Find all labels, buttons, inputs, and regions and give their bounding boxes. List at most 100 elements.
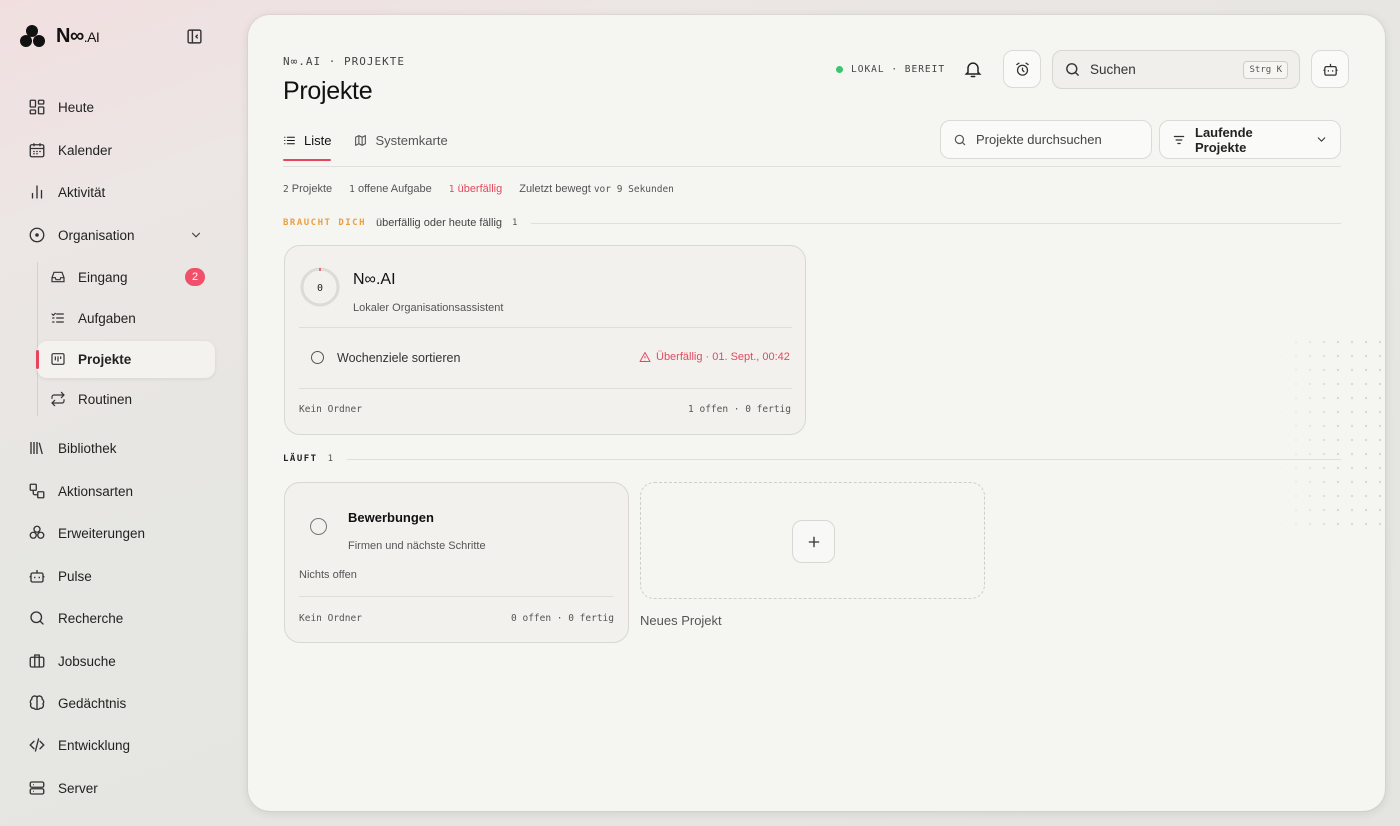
brand-name: N∞.AI [56, 24, 100, 47]
section-divider [347, 458, 1341, 460]
code-icon [29, 738, 45, 752]
sidebar-item-label: Aufgaben [78, 310, 136, 326]
new-project-label: Neues Projekt [640, 613, 722, 628]
progress-ring: 0 [300, 267, 340, 307]
brain-icon [29, 695, 45, 710]
sidebar-item-pulse[interactable]: Pulse [28, 562, 92, 590]
filter-icon [1173, 135, 1185, 144]
card-divider [299, 388, 792, 389]
checklist-icon [51, 312, 64, 323]
new-project-card[interactable] [640, 482, 985, 599]
sidebar-item-recherche[interactable]: Recherche [28, 604, 123, 632]
sidebar-item-heute[interactable]: Heute [28, 93, 94, 121]
bell-icon[interactable] [963, 59, 983, 79]
repeat-icon [51, 391, 65, 407]
add-project-button[interactable] [792, 520, 835, 563]
project-task-counts: 0 offen · 0 fertig [511, 613, 614, 624]
project-empty-state: Nichts offen [299, 569, 357, 581]
sidebar-item-aktionsarten[interactable]: Aktionsarten [28, 477, 133, 505]
search-icon [30, 611, 44, 625]
sidebar-item-eingang[interactable]: Eingang [50, 263, 128, 291]
tab-liste[interactable]: Liste [283, 133, 332, 161]
project-filter-select[interactable]: Laufende Projekte [1159, 120, 1341, 159]
map-icon [355, 135, 367, 146]
sidebar-collapse-icon[interactable] [186, 28, 206, 48]
assistant-button[interactable] [1311, 50, 1349, 88]
compass-icon [29, 227, 45, 243]
stat-overdue: 1 überfällig [448, 183, 503, 195]
sidebar-item-routinen[interactable]: Routinen [50, 385, 132, 413]
sidebar-item-label: Entwicklung [58, 737, 131, 753]
sidebar-item-label: Eingang [78, 269, 128, 285]
sidebar-item-aktivitaet[interactable]: Aktivität [28, 178, 105, 206]
sidebar-item-projekte[interactable]: Projekte [50, 345, 131, 373]
breadcrumb: N∞.AI · PROJEKTE [283, 55, 405, 68]
project-card[interactable]: 0 N∞.AI Lokaler Organisationsassistent W… [284, 245, 806, 435]
logo-icon [20, 25, 45, 47]
status-indicator: LOKAL · BEREIT [836, 64, 945, 75]
sidebar-item-label: Kalender [58, 142, 113, 158]
search-icon [1066, 63, 1079, 76]
section-label: BRAUCHT DICH [283, 218, 367, 228]
sidebar-item-label: Aktivität [58, 184, 106, 200]
section-divider [531, 222, 1341, 224]
sidebar-item-erweiterungen[interactable]: Erweiterungen [28, 519, 145, 547]
sidebar: N∞.AI Heute Kalender Aktivität Organisat… [0, 0, 240, 826]
search-shortcut: Strg K [1243, 60, 1288, 79]
sidebar-item-label: Pulse [58, 568, 92, 584]
shapes-icon [29, 483, 45, 499]
project-task-counts: 1 offen · 0 fertig [688, 404, 791, 415]
section-label: LÄUFT [283, 454, 318, 464]
brand[interactable]: N∞.AI [20, 24, 100, 48]
global-search-placeholder: Suchen [1090, 62, 1136, 77]
inbox-icon [51, 271, 65, 283]
tab-systemkarte[interactable]: Systemkarte [354, 133, 448, 160]
kanban-icon [51, 353, 65, 365]
sidebar-item-bibliothek[interactable]: Bibliothek [28, 434, 117, 462]
sidebar-item-label: Server [58, 780, 98, 796]
stat-last-moved: Zuletzt bewegt vor 9 Sekunden [519, 183, 674, 195]
project-search-input[interactable] [976, 132, 1136, 147]
sidebar-item-organisation[interactable]: Organisation [28, 221, 135, 249]
sidebar-item-aufgaben[interactable]: Aufgaben [50, 304, 136, 332]
server-icon [29, 781, 45, 795]
chevron-down-icon [1317, 137, 1326, 142]
calendar-icon [29, 143, 45, 158]
inbox-count-badge: 2 [185, 268, 205, 286]
project-subtitle: Firmen und nächste Schritte [348, 540, 486, 552]
sidebar-item-server[interactable]: Server [28, 774, 98, 802]
task-due-text: Überfällig · 01. Sept., 00:42 [656, 351, 790, 363]
tab-label: Liste [304, 133, 332, 148]
sidebar-item-gedaechtnis[interactable]: Gedächtnis [28, 689, 126, 717]
sidebar-item-label: Routinen [78, 391, 133, 407]
dashboard-grid-icon [29, 99, 45, 115]
card-divider [299, 327, 792, 328]
sidebar-item-jobsuche[interactable]: Jobsuche [28, 647, 116, 675]
chevron-down-icon[interactable] [189, 228, 203, 242]
section-description: überfällig oder heute fällig [376, 217, 503, 229]
robot-icon [1322, 63, 1338, 76]
alarm-clock-icon [1015, 61, 1029, 76]
section-count: 1 [327, 454, 334, 464]
global-search[interactable]: Suchen Strg K [1052, 50, 1300, 89]
project-search[interactable] [940, 120, 1152, 159]
project-stats: 2 Projekte 1 offene Aufgabe 1 überfällig… [283, 183, 674, 195]
puzzle-cubes-icon [29, 525, 45, 539]
status-dot-icon [836, 66, 843, 73]
project-folder: Kein Ordner [299, 613, 362, 624]
project-title: Bewerbungen [348, 510, 434, 525]
filter-label: Laufende Projekte [1195, 124, 1253, 155]
sidebar-item-kalender[interactable]: Kalender [28, 136, 112, 164]
alarm-button[interactable] [1003, 50, 1041, 88]
task-checkbox[interactable] [311, 351, 324, 364]
sidebar-item-label: Heute [58, 99, 95, 115]
project-status-circle[interactable] [310, 518, 327, 535]
task-overdue-indicator: Überfällig · 01. Sept., 00:42 [639, 351, 790, 363]
sidebar-item-entwicklung[interactable]: Entwicklung [28, 731, 130, 759]
stat-projects: 2 Projekte [283, 183, 333, 195]
sidebar-item-label: Gedächtnis [58, 695, 127, 711]
status-text: LOKAL · BEREIT [851, 64, 946, 75]
page-title: Projekte [283, 77, 373, 105]
project-card[interactable]: Bewerbungen Firmen und nächste Schritte … [284, 482, 629, 643]
plus-icon [808, 536, 819, 547]
